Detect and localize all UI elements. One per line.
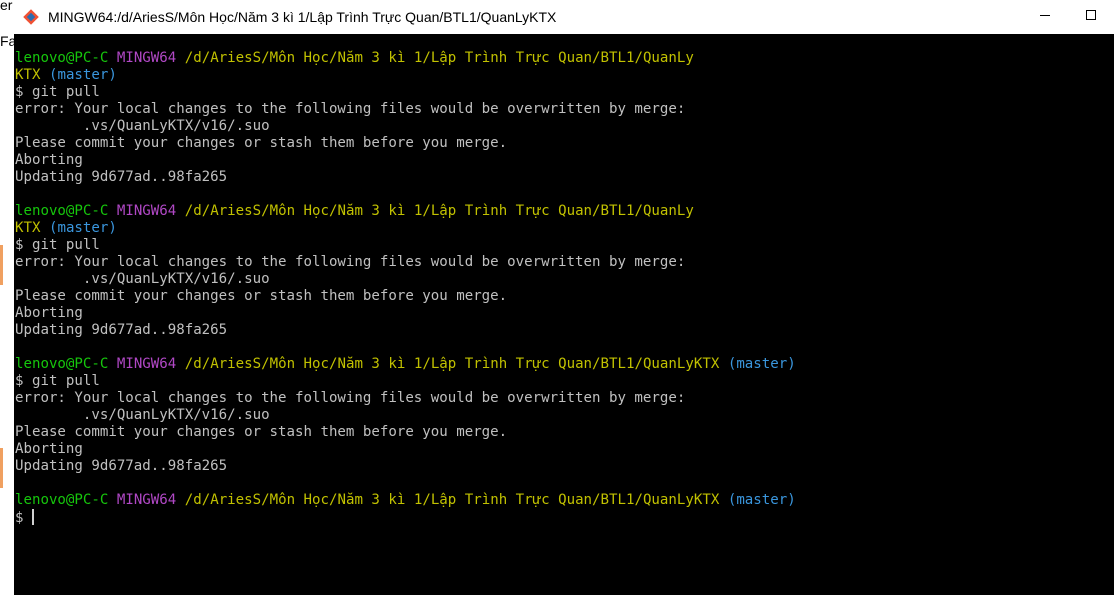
output-text: .vs/QuanLyKTX/v16/.suo — [15, 271, 270, 287]
output-text: Aborting — [15, 441, 83, 457]
terminal-line: $ — [15, 509, 1114, 526]
terminal-line: $ git pull — [15, 84, 1114, 101]
terminal-line: .vs/QuanLyKTX/v16/.suo — [15, 271, 1114, 288]
terminal-line: .vs/QuanLyKTX/v16/.suo — [15, 407, 1114, 424]
output-text: $ git pull — [15, 373, 100, 389]
output-text: error: Your local changes to the followi… — [15, 254, 686, 270]
output-text: Updating 9d677ad..98fa265 — [15, 169, 228, 185]
output-text: error: Your local changes to the followi… — [15, 101, 686, 117]
prompt-system: MINGW64 — [116, 356, 177, 372]
output-text: Aborting — [15, 152, 83, 168]
terminal-line: Please commit your changes or stash them… — [15, 424, 1114, 441]
terminal-line: Aborting — [15, 152, 1114, 169]
prompt-branch: (master) — [48, 67, 117, 83]
prompt-branch: (master) — [727, 356, 796, 372]
terminal-line: Updating 9d677ad..98fa265 — [15, 322, 1114, 339]
minimize-button[interactable] — [1022, 0, 1068, 30]
input-prompt: $ — [15, 510, 32, 526]
prompt-path: /d/AriesS/Môn Học/Năm 3 kì 1/Lập Trình T… — [184, 50, 694, 66]
window-title: MINGW64:/d/AriesS/Môn Học/Năm 3 kì 1/Lập… — [48, 9, 557, 25]
terminal-line: error: Your local changes to the followi… — [15, 254, 1114, 271]
output-text: Please commit your changes or stash them… — [15, 424, 508, 440]
title-bar[interactable]: MINGW64:/d/AriesS/Môn Học/Năm 3 kì 1/Lập… — [14, 0, 1114, 34]
output-text: Please commit your changes or stash them… — [15, 288, 508, 304]
terminal-line: .vs/QuanLyKTX/v16/.suo — [15, 118, 1114, 135]
output-text: Updating 9d677ad..98fa265 — [15, 458, 228, 474]
output-text: .vs/QuanLyKTX/v16/.suo — [15, 118, 270, 134]
terminal-line: error: Your local changes to the followi… — [15, 390, 1114, 407]
terminal-line: Please commit your changes or stash them… — [15, 288, 1114, 305]
background-window-mark — [0, 448, 3, 488]
output-text: Please commit your changes or stash them… — [15, 135, 508, 151]
text-cursor — [31, 509, 34, 525]
terminal-line: lenovo@PC-C MINGW64 /d/AriesS/Môn Học/Nă… — [15, 356, 1114, 373]
terminal-line: lenovo@PC-C MINGW64 /d/AriesS/Môn Học/Nă… — [15, 50, 1114, 67]
prompt-system: MINGW64 — [116, 492, 177, 508]
prompt-path: /d/AriesS/Môn Học/Năm 3 kì 1/Lập Trình T… — [184, 356, 720, 372]
output-text: error: Your local changes to the followi… — [15, 390, 686, 406]
terminal-line: $ git pull — [15, 237, 1114, 254]
prompt-user: lenovo@PC-C — [15, 203, 109, 219]
terminal-line: Updating 9d677ad..98fa265 — [15, 458, 1114, 475]
output-text: $ git pull — [15, 84, 100, 100]
prompt-system: MINGW64 — [116, 50, 177, 66]
maximize-icon — [1086, 10, 1096, 20]
background-window-mark — [0, 245, 3, 285]
prompt-path: KTX — [15, 220, 41, 236]
terminal-line: error: Your local changes to the followi… — [15, 101, 1114, 118]
git-bash-icon[interactable] — [22, 8, 40, 26]
terminal-line: KTX (master) — [15, 220, 1114, 237]
terminal-line: Aborting — [15, 305, 1114, 322]
terminal-line: Updating 9d677ad..98fa265 — [15, 169, 1114, 186]
output-text: Aborting — [15, 305, 83, 321]
background-window: er Fac — [0, 0, 14, 595]
background-window-text: er — [0, 0, 13, 13]
minimize-icon — [1040, 15, 1050, 16]
prompt-branch: (master) — [48, 220, 117, 236]
prompt-path: /d/AriesS/Môn Học/Năm 3 kì 1/Lập Trình T… — [184, 203, 694, 219]
maximize-button[interactable] — [1068, 0, 1114, 30]
terminal-line: KTX (master) — [15, 67, 1114, 84]
prompt-user: lenovo@PC-C — [15, 50, 109, 66]
output-text: .vs/QuanLyKTX/v16/.suo — [15, 407, 270, 423]
background-window-text: Fac — [0, 33, 14, 49]
prompt-user: lenovo@PC-C — [15, 492, 109, 508]
terminal-window[interactable]: MINGW64:/d/AriesS/Môn Học/Năm 3 kì 1/Lập… — [14, 0, 1114, 595]
terminal-line: lenovo@PC-C MINGW64 /d/AriesS/Môn Học/Nă… — [15, 203, 1114, 220]
prompt-path: KTX — [15, 67, 41, 83]
terminal-line: Aborting — [15, 441, 1114, 458]
terminal-line: Please commit your changes or stash them… — [15, 135, 1114, 152]
prompt-path: /d/AriesS/Môn Học/Năm 3 kì 1/Lập Trình T… — [184, 492, 720, 508]
window-controls — [1022, 0, 1114, 30]
terminal-line: $ git pull — [15, 373, 1114, 390]
prompt-branch: (master) — [727, 492, 796, 508]
terminal-output[interactable]: lenovo@PC-C MINGW64 /d/AriesS/Môn Học/Nă… — [14, 34, 1114, 595]
terminal-line: lenovo@PC-C MINGW64 /d/AriesS/Môn Học/Nă… — [15, 492, 1114, 509]
output-text: Updating 9d677ad..98fa265 — [15, 322, 228, 338]
prompt-system: MINGW64 — [116, 203, 177, 219]
prompt-user: lenovo@PC-C — [15, 356, 109, 372]
output-text: $ git pull — [15, 237, 100, 253]
